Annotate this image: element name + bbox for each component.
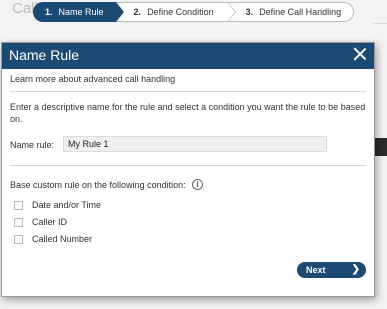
instructions-text: Enter a descriptive name for the rule an… — [10, 102, 366, 124]
step-label: Name Rule — [58, 7, 104, 17]
rule-name-label: Name rule: — [10, 140, 55, 150]
checkbox[interactable] — [14, 217, 23, 227]
divider — [10, 91, 366, 92]
condition-label-called-number: Called Number — [32, 234, 93, 244]
step-label: Define Call Handling — [259, 7, 342, 17]
next-button[interactable]: Next ❯ — [297, 262, 366, 278]
dialog-header: Name Rule — [2, 43, 374, 69]
checkbox[interactable] — [14, 234, 23, 244]
step-define-condition[interactable]: 2. Define Condition — [115, 2, 236, 22]
step-label: Define Condition — [147, 7, 214, 17]
condition-label-caller-id: Caller ID — [32, 217, 68, 227]
condition-caller-id[interactable]: Caller ID — [14, 217, 67, 227]
close-icon[interactable] — [353, 47, 367, 61]
screen: Call / Name Rule Learn more about advanc… — [0, 0, 387, 309]
step-define-call-handling[interactable]: 3. Define Call Handling — [227, 2, 355, 22]
background-divider — [373, 14, 387, 24]
next-label: Next — [306, 265, 326, 275]
name-rule-dialog: Name Rule Learn more about advanced call… — [1, 42, 375, 297]
step-number: 2. — [133, 7, 142, 17]
info-icon[interactable]: i — [192, 179, 203, 190]
learn-more-link[interactable]: Learn more about advanced call handling — [10, 74, 175, 84]
step-number: 3. — [245, 7, 254, 17]
wizard-steps: 1. Name Rule 2. Define Condition 3. Define … — [33, 2, 355, 22]
divider — [10, 165, 366, 166]
dialog-title: Name Rule — [9, 47, 80, 63]
step-name-rule[interactable]: 1. Name Rule — [33, 2, 124, 22]
checkbox[interactable] — [14, 200, 23, 210]
condition-label-date-time: Date and/or Time — [32, 200, 102, 210]
step-number: 1. — [45, 7, 53, 17]
condition-label: Base custom rule on the following condit… — [10, 180, 186, 190]
background-panel-edge — [373, 138, 387, 156]
rule-name-input[interactable] — [63, 136, 327, 152]
condition-called-number[interactable]: Called Number — [14, 234, 92, 244]
chevron-right-icon: ❯ — [351, 264, 360, 275]
condition-date-time[interactable]: Date and/or Time — [14, 200, 101, 210]
